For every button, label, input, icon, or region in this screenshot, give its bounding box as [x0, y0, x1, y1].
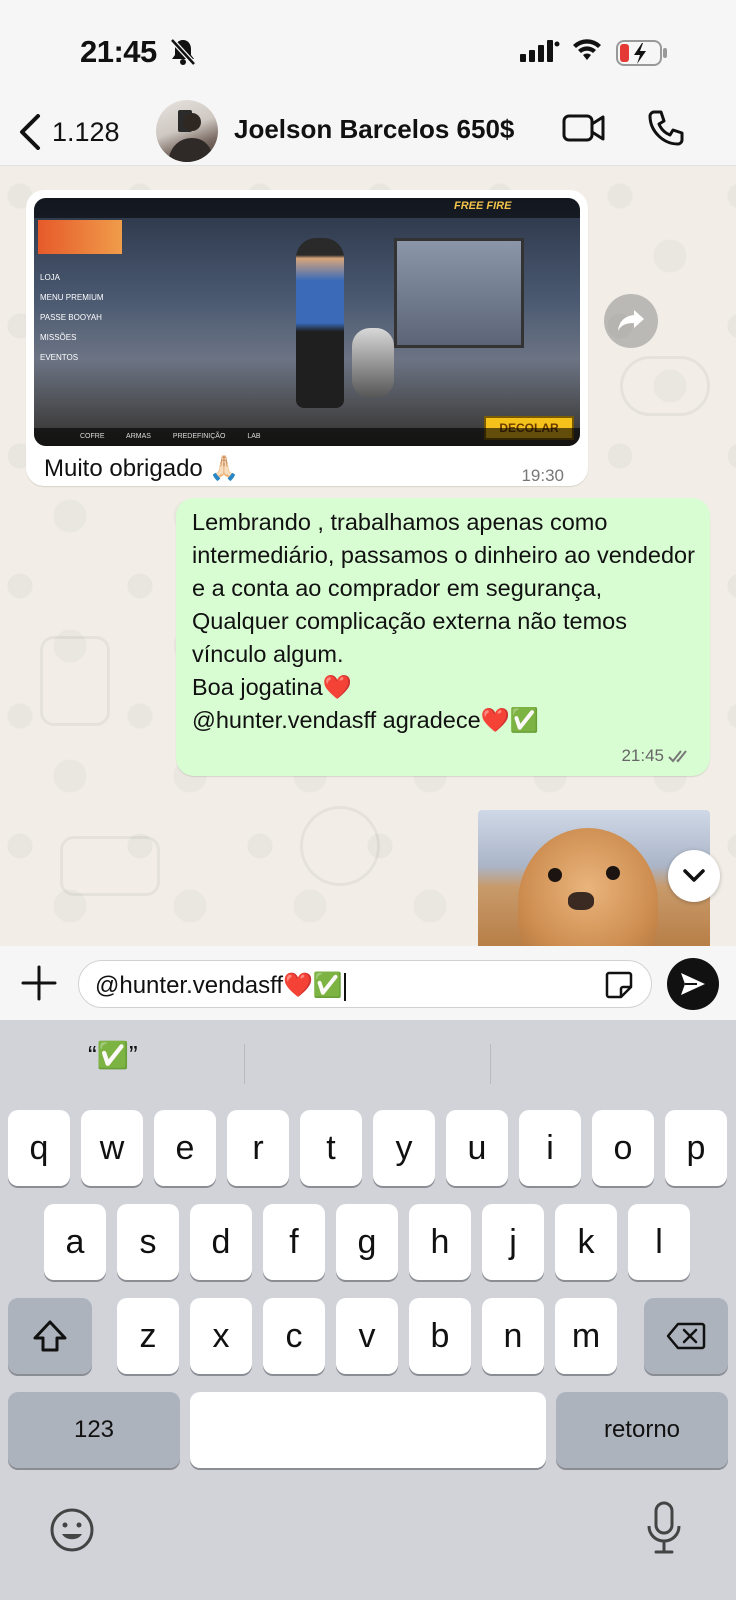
puppy-image: [518, 828, 658, 946]
game-menu: LOJA MENU PREMIUM PASSE BOOYAH MISSÕES E…: [40, 268, 104, 368]
space-key[interactable]: [190, 1392, 546, 1468]
plus-icon[interactable]: [20, 964, 58, 1002]
chat-area[interactable]: FREE FIRE LOJA MENU PREMIUM PASSE BOOYAH…: [0, 166, 736, 946]
key-z[interactable]: z: [117, 1298, 179, 1374]
game-menu-item: LOJA: [40, 273, 61, 282]
message-input-value: @hunter.vendasff❤️✅: [95, 972, 343, 999]
key-e[interactable]: e: [154, 1110, 216, 1186]
silent-bell-icon: [170, 38, 196, 66]
game-menu-item: EVENTOS: [40, 353, 79, 362]
key-c[interactable]: c: [263, 1298, 325, 1374]
battery-charging-icon: [616, 40, 667, 66]
send-arrow-icon: [681, 973, 705, 995]
outgoing-text-message[interactable]: Lembrando , trabalhamos apenas como inte…: [176, 498, 710, 776]
message-input[interactable]: @hunter.vendasff❤️✅: [78, 960, 652, 1008]
contact-avatar[interactable]: [156, 100, 218, 162]
key-i[interactable]: i: [519, 1110, 581, 1186]
game-character: [296, 238, 344, 408]
message-meta: 21:45: [621, 746, 692, 766]
suggestion-bar: “✅”: [0, 1020, 736, 1100]
numbers-key[interactable]: 123: [8, 1392, 180, 1468]
key-y[interactable]: y: [373, 1110, 435, 1186]
key-b[interactable]: b: [409, 1298, 471, 1374]
avatar-photo-icon: [168, 110, 214, 162]
unread-count: 1.128: [52, 116, 120, 147]
forward-button[interactable]: [604, 294, 658, 348]
key-h[interactable]: h: [409, 1204, 471, 1280]
wallpaper-doodle: [620, 356, 710, 416]
contact-name[interactable]: Joelson Barcelos 650$: [234, 114, 514, 145]
game-screenshot-image[interactable]: FREE FIRE LOJA MENU PREMIUM PASSE BOOYAH…: [34, 198, 580, 446]
key-d[interactable]: d: [190, 1204, 252, 1280]
key-u[interactable]: u: [446, 1110, 508, 1186]
key-j[interactable]: j: [482, 1204, 544, 1280]
text-caret: [343, 972, 346, 1001]
suggestion-item[interactable]: “✅”: [88, 1040, 138, 1071]
incoming-image-message[interactable]: FREE FIRE LOJA MENU PREMIUM PASSE BOOYAH…: [26, 190, 588, 486]
back-button[interactable]: 1.128: [18, 110, 138, 154]
key-p[interactable]: p: [665, 1110, 727, 1186]
key-r[interactable]: r: [227, 1110, 289, 1186]
message-input-text: @hunter.vendasff❤️✅: [95, 971, 346, 1001]
key-s[interactable]: s: [117, 1204, 179, 1280]
scroll-to-bottom-button[interactable]: [668, 850, 720, 902]
shift-key[interactable]: [8, 1298, 92, 1374]
suggestion-divider: [490, 1044, 491, 1084]
wallpaper-doodle: [60, 836, 160, 896]
forward-arrow-icon: [618, 310, 644, 331]
key-t[interactable]: t: [300, 1110, 362, 1186]
wallpaper-doodle: [300, 806, 380, 886]
cellular-signal-icon: [520, 40, 560, 62]
key-v[interactable]: v: [336, 1298, 398, 1374]
message-caption: Muito obrigado 🙏🏻: [44, 455, 240, 482]
puppy-eye: [606, 866, 620, 880]
chat-header: 1.128 Joelson Barcelos 650$: [0, 100, 736, 166]
key-w[interactable]: w: [81, 1110, 143, 1186]
key-n[interactable]: n: [482, 1298, 544, 1374]
game-banner: [38, 220, 122, 254]
microphone-icon[interactable]: [644, 1500, 684, 1556]
message-composer: @hunter.vendasff❤️✅: [0, 946, 736, 1020]
key-f[interactable]: f: [263, 1204, 325, 1280]
puppy-nose: [568, 892, 594, 910]
key-o[interactable]: o: [592, 1110, 654, 1186]
key-m[interactable]: m: [555, 1298, 617, 1374]
key-q[interactable]: q: [8, 1110, 70, 1186]
wifi-icon: [573, 39, 601, 60]
puppy-eye: [548, 868, 562, 882]
return-key[interactable]: retorno: [556, 1392, 728, 1468]
game-bottom-bar: COFRE ARMAS PREDEFINIÇÃO LAB: [34, 428, 580, 446]
wallpaper-doodle: [40, 636, 110, 726]
backspace-key[interactable]: [644, 1298, 728, 1374]
game-menu-item: MISSÕES: [40, 333, 77, 342]
game-pet: [352, 328, 394, 398]
video-call-icon[interactable]: [562, 110, 606, 146]
game-menu-item: PASSE BOOYAH: [40, 313, 102, 322]
message-text: Lembrando , trabalhamos apenas como inte…: [192, 509, 695, 733]
backspace-icon: [666, 1322, 706, 1350]
key-k[interactable]: k: [555, 1204, 617, 1280]
chevron-left-icon: [20, 114, 40, 150]
status-bar: 21:45: [0, 0, 736, 100]
phone-call-icon[interactable]: [646, 108, 686, 148]
message-time: 21:45: [621, 746, 664, 765]
key-l[interactable]: l: [628, 1204, 690, 1280]
shift-arrow-icon: [33, 1320, 67, 1352]
emoji-keyboard-icon[interactable]: [48, 1506, 96, 1554]
key-a[interactable]: a: [44, 1204, 106, 1280]
send-button[interactable]: [667, 958, 719, 1010]
chevron-down-icon: [683, 869, 705, 882]
double-check-icon: [668, 750, 687, 763]
key-g[interactable]: g: [336, 1204, 398, 1280]
key-x[interactable]: x: [190, 1298, 252, 1374]
game-logo: FREE FIRE: [454, 200, 512, 212]
game-garage-door: [394, 238, 524, 348]
sticker-icon[interactable]: [603, 969, 635, 1001]
game-menu-item: MENU PREMIUM: [40, 293, 104, 302]
suggestion-divider: [244, 1044, 245, 1084]
status-time: 21:45: [80, 34, 157, 69]
message-time: 19:30: [521, 466, 564, 485]
keyboard: “✅” q w e r t y u i o p a s d f g h j k …: [0, 1020, 736, 1600]
